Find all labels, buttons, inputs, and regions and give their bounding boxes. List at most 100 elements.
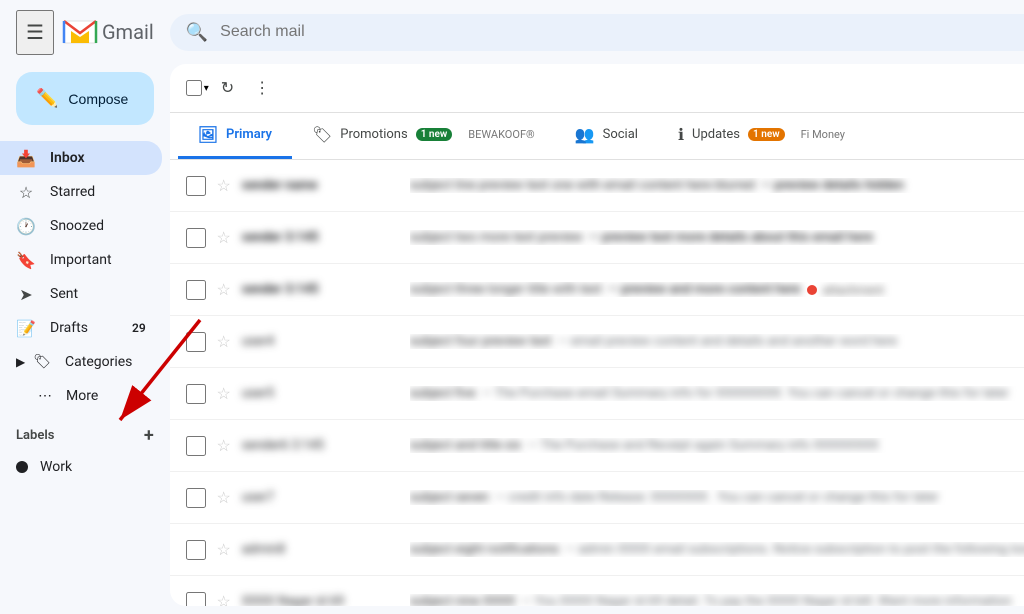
important-label: Important xyxy=(50,252,112,268)
email-preview: — You XXXX Nagar id 69 detail. To pay th… xyxy=(521,594,1011,606)
tab-social[interactable]: 👥 Social xyxy=(555,113,658,159)
email-subject: subject and title six xyxy=(410,438,522,453)
label-item-work[interactable]: Work xyxy=(0,450,170,484)
email-list: ☆ sender name subject line preview text … xyxy=(170,160,1024,606)
refresh-button[interactable]: ↻ xyxy=(213,72,242,104)
star-button[interactable]: ☆ xyxy=(214,436,234,455)
compose-button[interactable]: ✏️ Compose xyxy=(16,72,154,125)
star-button[interactable]: ☆ xyxy=(214,280,234,299)
email-preview: — preview details hidden xyxy=(761,178,904,193)
table-row[interactable]: ☆ sender6 3:145 subject and title six — … xyxy=(170,420,1024,472)
email-sender: user5 xyxy=(242,386,402,401)
select-dropdown-arrow[interactable]: ▾ xyxy=(204,83,209,94)
sidebar-item-categories[interactable]: ▶ 🏷 Categories xyxy=(0,345,170,379)
table-row[interactable]: ☆ sender 3:145 subject three longer titl… xyxy=(170,264,1024,316)
labels-header-text: Labels xyxy=(16,428,54,443)
more-toolbar-icon: ⋮ xyxy=(254,78,270,98)
email-subject: subject line preview text one with email… xyxy=(410,178,755,193)
tab-social-label: Social xyxy=(603,127,638,142)
email-subject: subject seven xyxy=(410,490,489,505)
search-icon: 🔍 xyxy=(186,22,208,43)
star-button[interactable]: ☆ xyxy=(214,332,234,351)
more-toolbar-button[interactable]: ⋮ xyxy=(246,72,278,104)
table-row[interactable]: ☆ XXXX Nagar id 69 subject nine XXXX — Y… xyxy=(170,576,1024,606)
toolbar: ▾ ↻ ⋮ xyxy=(170,64,1024,113)
select-all-wrapper[interactable]: ▾ xyxy=(186,80,209,96)
email-subject: subject two more text preview xyxy=(410,230,583,245)
email-checkbox[interactable] xyxy=(186,540,206,560)
star-button[interactable]: ☆ xyxy=(214,384,234,403)
tab-promotions[interactable]: 🏷 Promotions 1 new BEWAKOOF® xyxy=(292,113,555,159)
select-all-checkbox[interactable] xyxy=(186,80,202,96)
tab-primary-icon: 🖼 xyxy=(198,125,218,144)
email-subject: subject four preview text xyxy=(410,334,552,349)
table-row[interactable]: ☆ user7 subject seven — credit info date… xyxy=(170,472,1024,524)
refresh-icon: ↻ xyxy=(221,78,234,98)
email-sender: sender 3:145 xyxy=(242,282,402,297)
sent-icon: ➤ xyxy=(16,285,36,304)
email-preview: — credit info date Release: XXXXXXX . Yo… xyxy=(495,490,939,505)
sidebar-item-starred[interactable]: ☆ Starred xyxy=(0,175,162,209)
table-row[interactable]: ☆ sender 3:145 subject two more text pre… xyxy=(170,212,1024,264)
star-icon: ☆ xyxy=(16,183,36,202)
star-button[interactable]: ☆ xyxy=(214,488,234,507)
compose-icon: ✏️ xyxy=(36,88,58,109)
email-checkbox[interactable] xyxy=(186,384,206,404)
snoozed-label: Snoozed xyxy=(50,218,104,234)
email-checkbox[interactable] xyxy=(186,280,206,300)
tab-promotions-label: Promotions xyxy=(340,127,407,142)
categories-icon: 🏷 xyxy=(33,354,51,370)
email-checkbox[interactable] xyxy=(186,332,206,352)
email-preview: — email preview content and details and … xyxy=(558,334,898,349)
star-button[interactable]: ☆ xyxy=(214,228,234,247)
email-sender: sender 3:145 xyxy=(242,230,402,245)
drafts-badge: 29 xyxy=(132,321,146,335)
star-button[interactable]: ☆ xyxy=(214,592,234,606)
star-button[interactable]: ☆ xyxy=(214,176,234,195)
gmail-text: Gmail xyxy=(102,20,154,44)
updates-subtitle: Fi Money xyxy=(801,128,845,141)
tab-primary[interactable]: 🖼 Primary xyxy=(178,113,292,159)
email-checkbox[interactable] xyxy=(186,176,206,196)
email-sender: XXXX Nagar id 69 xyxy=(242,594,402,606)
email-sender: user4 xyxy=(242,334,402,349)
red-dot-indicator xyxy=(807,285,817,295)
important-icon: 🔖 xyxy=(16,251,36,270)
tabs: 🖼 Primary 🏷 Promotions 1 new BEWAKOOF® 👥… xyxy=(170,113,1024,160)
promotions-badge: 1 new xyxy=(416,128,453,141)
sidebar-item-more[interactable]: ⋯ More xyxy=(0,379,170,413)
add-label-button[interactable]: + xyxy=(144,425,154,446)
email-preview: — preview text more details about this e… xyxy=(589,230,874,245)
compose-label: Compose xyxy=(68,91,128,107)
table-row[interactable]: ☆ user4 subject four preview text — emai… xyxy=(170,316,1024,368)
table-row[interactable]: ☆ admin8 subject eight notifications — a… xyxy=(170,524,1024,576)
star-button[interactable]: ☆ xyxy=(214,540,234,559)
email-preview: — The Purchase and Receipt again Summary… xyxy=(527,438,878,453)
label-dot-work xyxy=(16,461,28,473)
snoozed-icon: 🕐 xyxy=(16,217,36,236)
sidebar-item-snoozed[interactable]: 🕐 Snoozed xyxy=(0,209,162,243)
drafts-icon: 📝 xyxy=(16,319,36,338)
sidebar-item-drafts[interactable]: 📝 Drafts 29 xyxy=(0,311,162,345)
email-checkbox[interactable] xyxy=(186,488,206,508)
search-input[interactable] xyxy=(220,23,1012,41)
sidebar-item-inbox[interactable]: 📥 Inbox xyxy=(0,141,162,175)
tab-updates[interactable]: ℹ Updates 1 new Fi Money xyxy=(658,113,865,159)
search-bar[interactable]: 🔍 ⚙ xyxy=(170,14,1024,51)
email-checkbox[interactable] xyxy=(186,592,206,607)
main-area: ▾ ↻ ⋮ 🖼 Primary 🏷 Promotions 1 new xyxy=(170,64,1024,606)
updates-badge: 1 new xyxy=(748,128,785,141)
sidebar: ☰ Gmail ✏️ Compose 📥 Inbox ☆ xyxy=(0,0,170,614)
sidebar-item-sent[interactable]: ➤ Sent xyxy=(0,277,162,311)
table-row[interactable]: ☆ user5 subject five — The Purchase emai… xyxy=(170,368,1024,420)
email-preview: — The Purchase email Summary info for XX… xyxy=(482,386,1009,401)
right-panel: 🔍 ⚙ ▾ ↻ ⋮ xyxy=(170,0,1024,614)
hamburger-button[interactable]: ☰ xyxy=(16,10,54,55)
sidebar-item-important[interactable]: 🔖 Important xyxy=(0,243,162,277)
label-name-work: Work xyxy=(40,459,72,475)
table-row[interactable]: ☆ sender name subject line preview text … xyxy=(170,160,1024,212)
email-subject: subject nine XXXX xyxy=(410,594,516,606)
email-checkbox[interactable] xyxy=(186,228,206,248)
tab-promotions-icon: 🏷 xyxy=(312,125,332,144)
email-checkbox[interactable] xyxy=(186,436,206,456)
